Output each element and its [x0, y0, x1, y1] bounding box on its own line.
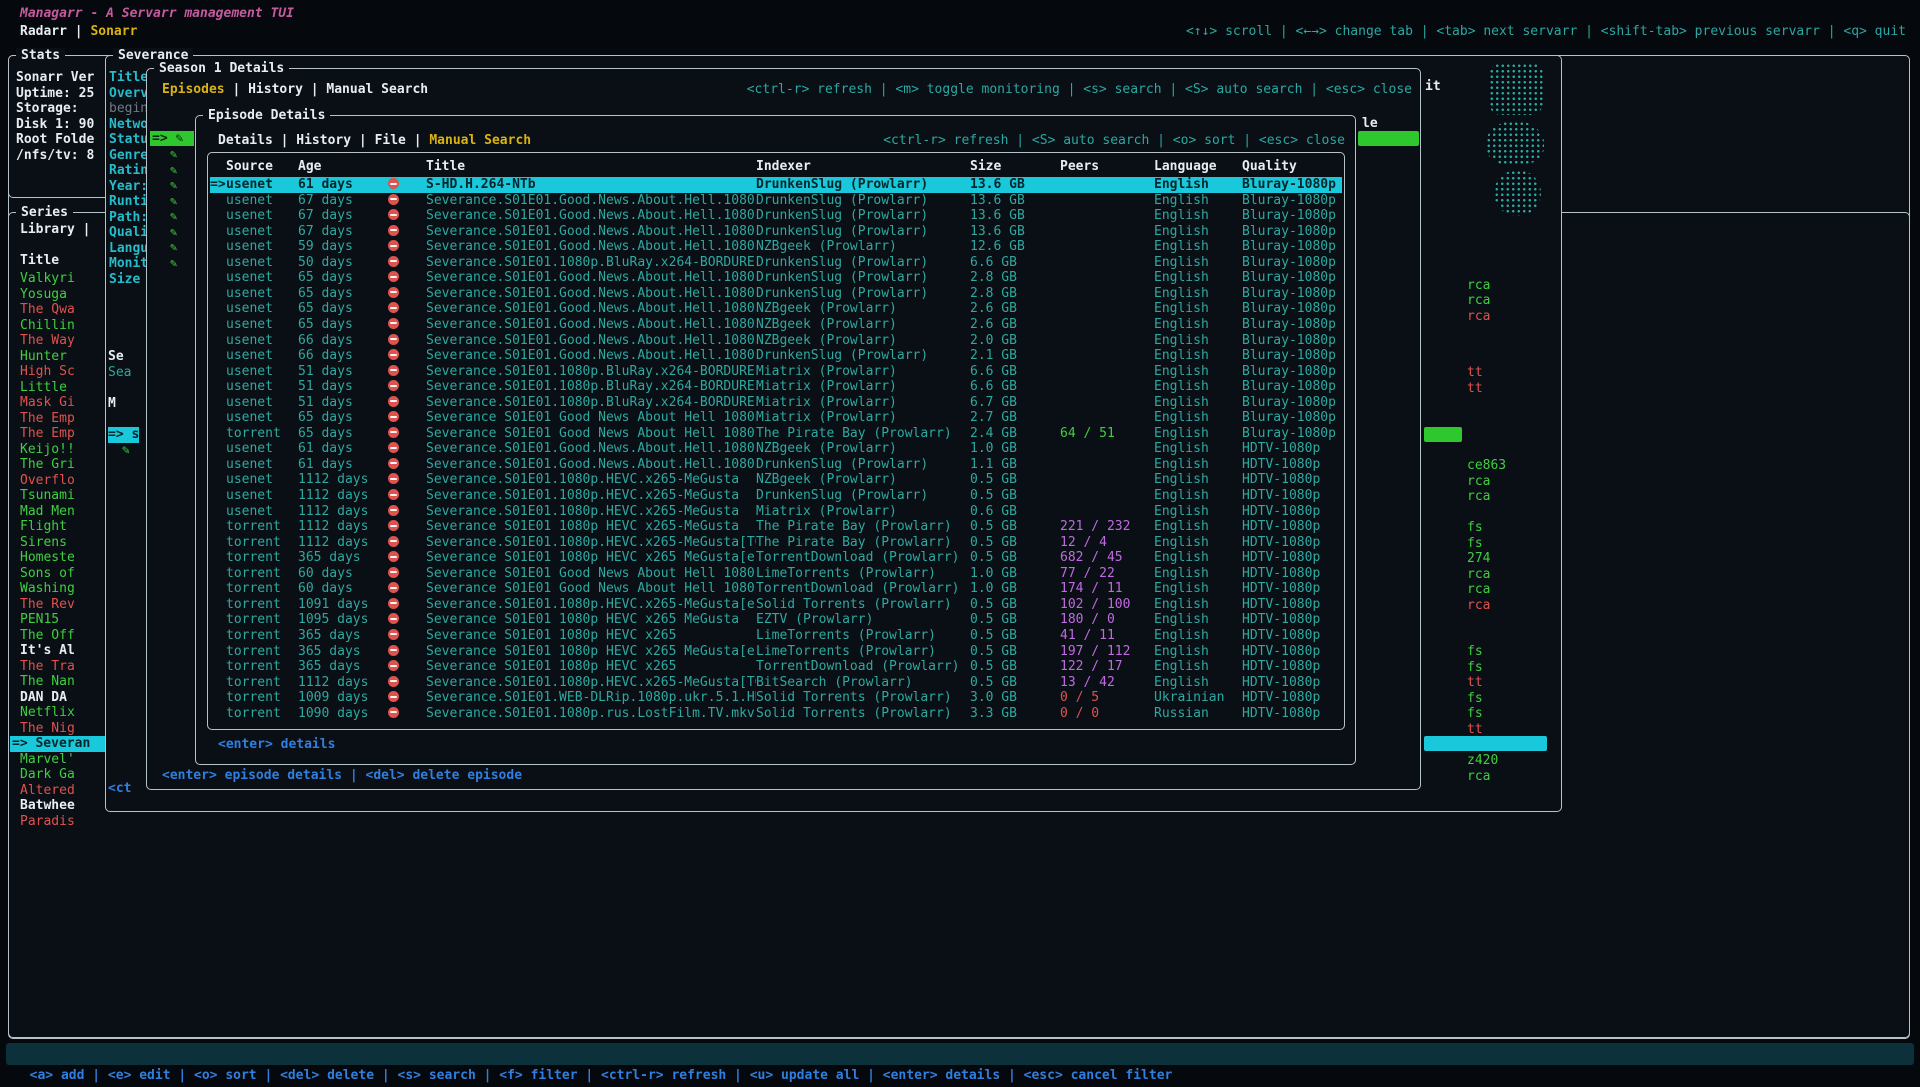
rejected-icon	[388, 505, 399, 516]
release-row[interactable]: usenet67 daysSeverance.S01E01.Good.News.…	[210, 224, 1342, 240]
servarr-tab-bar: Radarr | Sonarr	[20, 24, 137, 40]
rejected-icon	[388, 411, 399, 422]
tab-sonarr[interactable]: Sonarr	[90, 24, 137, 39]
rejected-icon	[388, 536, 399, 547]
rejected-icon	[388, 256, 399, 267]
release-row[interactable]: usenet59 daysSeverance.S01E01.Good.News.…	[210, 239, 1342, 255]
rejected-icon	[388, 598, 399, 609]
rejected-icon	[388, 318, 399, 329]
release-row[interactable]: torrent1091 daysSeverance.S01E01.1080p.H…	[210, 597, 1342, 613]
release-row[interactable]: usenet65 daysSeverance.S01E01.Good.News.…	[210, 317, 1342, 333]
bottom-keybindings: <a> add | <e> edit | <o> sort | <del> de…	[30, 1068, 1173, 1083]
rejected-icon	[388, 427, 399, 438]
release-row[interactable]: torrent1009 daysSeverance.S01E01.WEB-DLR…	[210, 690, 1342, 706]
release-row[interactable]: usenet1112 daysSeverance.S01E01.1080p.HE…	[210, 472, 1342, 488]
release-row[interactable]: torrent365 daysSeverance S01E01 1080p HE…	[210, 644, 1342, 660]
tab-radarr[interactable]: Radarr	[20, 24, 67, 39]
rejected-icon	[388, 240, 399, 251]
release-row[interactable]: torrent365 daysSeverance S01E01 1080p HE…	[210, 550, 1342, 566]
rejected-icon	[388, 271, 399, 282]
rejected-icon	[388, 707, 399, 718]
release-row[interactable]: torrent1112 daysSeverance.S01E01.1080p.H…	[210, 535, 1342, 551]
release-row[interactable]: usenet65 daysSeverance.S01E01.Good.News.…	[210, 301, 1342, 317]
release-row[interactable]: usenet51 daysSeverance.S01E01.1080p.BluR…	[210, 364, 1342, 380]
release-row[interactable]: torrent1112 daysSeverance S01E01 1080p H…	[210, 519, 1342, 535]
rejected-icon	[388, 489, 399, 500]
rejected-icon	[388, 613, 399, 624]
release-row[interactable]: torrent1090 daysSeverance.S01E01.1080p.r…	[210, 706, 1342, 722]
rejected-icon	[388, 660, 399, 671]
tab-separator: |	[67, 24, 90, 39]
rejected-icon	[388, 225, 399, 236]
release-row[interactable]: usenet67 daysSeverance.S01E01.Good.News.…	[210, 193, 1342, 209]
release-row[interactable]: usenet51 daysSeverance.S01E01.1080p.BluR…	[210, 395, 1342, 411]
release-row[interactable]: usenet61 daysSeverance.S01E01.Good.News.…	[210, 441, 1342, 457]
rejected-icon	[388, 473, 399, 484]
release-row[interactable]: usenet1112 daysSeverance.S01E01.1080p.HE…	[210, 504, 1342, 520]
rejected-icon	[388, 691, 399, 702]
rejected-icon	[388, 676, 399, 687]
rejected-icon	[388, 287, 399, 298]
app-title: Managarr - A Servarr management TUI	[20, 6, 294, 22]
global-keybindings: <↑↓> scroll | <←→> change tab | <tab> ne…	[1186, 24, 1906, 40]
release-row[interactable]: torrent1095 daysSeverance S01E01 1080p H…	[210, 612, 1342, 628]
release-row[interactable]: usenet65 daysSeverance S01E01 Good News …	[210, 410, 1342, 426]
release-row[interactable]: usenet65 daysSeverance.S01E01.Good.News.…	[210, 286, 1342, 302]
rejected-icon	[388, 567, 399, 578]
release-row[interactable]: torrent60 daysSeverance S01E01 Good News…	[210, 581, 1342, 597]
rejected-icon	[388, 365, 399, 376]
rejected-icon	[388, 178, 399, 189]
release-row[interactable]: usenet50 daysSeverance.S01E01.1080p.BluR…	[210, 255, 1342, 271]
release-row[interactable]: torrent365 daysSeverance S01E01 1080p HE…	[210, 659, 1342, 675]
release-row[interactable]: torrent65 daysSeverance S01E01 Good News…	[210, 426, 1342, 442]
rejected-icon	[388, 551, 399, 562]
rejected-icon	[388, 582, 399, 593]
rejected-icon	[388, 442, 399, 453]
release-row[interactable]: usenet61 daysSeverance.S01E01.Good.News.…	[210, 457, 1342, 473]
rejected-icon	[388, 209, 399, 220]
rejected-icon	[388, 349, 399, 360]
release-row[interactable]: usenet66 daysSeverance.S01E01.Good.News.…	[210, 348, 1342, 364]
release-row[interactable]: usenet65 daysSeverance.S01E01.Good.News.…	[210, 270, 1342, 286]
bottom-bar: <a> add | <e> edit | <o> sort | <del> de…	[6, 1043, 1914, 1065]
rejected-icon	[388, 380, 399, 391]
release-row[interactable]: torrent60 daysSeverance S01E01 Good News…	[210, 566, 1342, 582]
rejected-icon	[388, 458, 399, 469]
release-row[interactable]: usenet67 daysSeverance.S01E01.Good.News.…	[210, 208, 1342, 224]
release-row[interactable]: usenet1112 daysSeverance.S01E01.1080p.HE…	[210, 488, 1342, 504]
rejected-icon	[388, 629, 399, 640]
release-row[interactable]: torrent365 daysSeverance S01E01 1080p HE…	[210, 628, 1342, 644]
rejected-icon	[388, 396, 399, 407]
rejected-icon	[388, 520, 399, 531]
release-rows: =>usenet61 daysS-HD.H.264-NTbDrunkenSlug…	[0, 0, 1920, 1080]
release-row[interactable]: torrent1112 daysSeverance.S01E01.1080p.H…	[210, 675, 1342, 691]
rejected-icon	[388, 194, 399, 205]
release-row[interactable]: =>usenet61 daysS-HD.H.264-NTbDrunkenSlug…	[210, 177, 1342, 193]
release-row[interactable]: usenet51 daysSeverance.S01E01.1080p.BluR…	[210, 379, 1342, 395]
rejected-icon	[388, 302, 399, 313]
release-row[interactable]: usenet66 daysSeverance.S01E01.Good.News.…	[210, 333, 1342, 349]
episode-help: <enter> details	[218, 737, 335, 753]
rejected-icon	[388, 645, 399, 656]
rejected-icon	[388, 334, 399, 345]
